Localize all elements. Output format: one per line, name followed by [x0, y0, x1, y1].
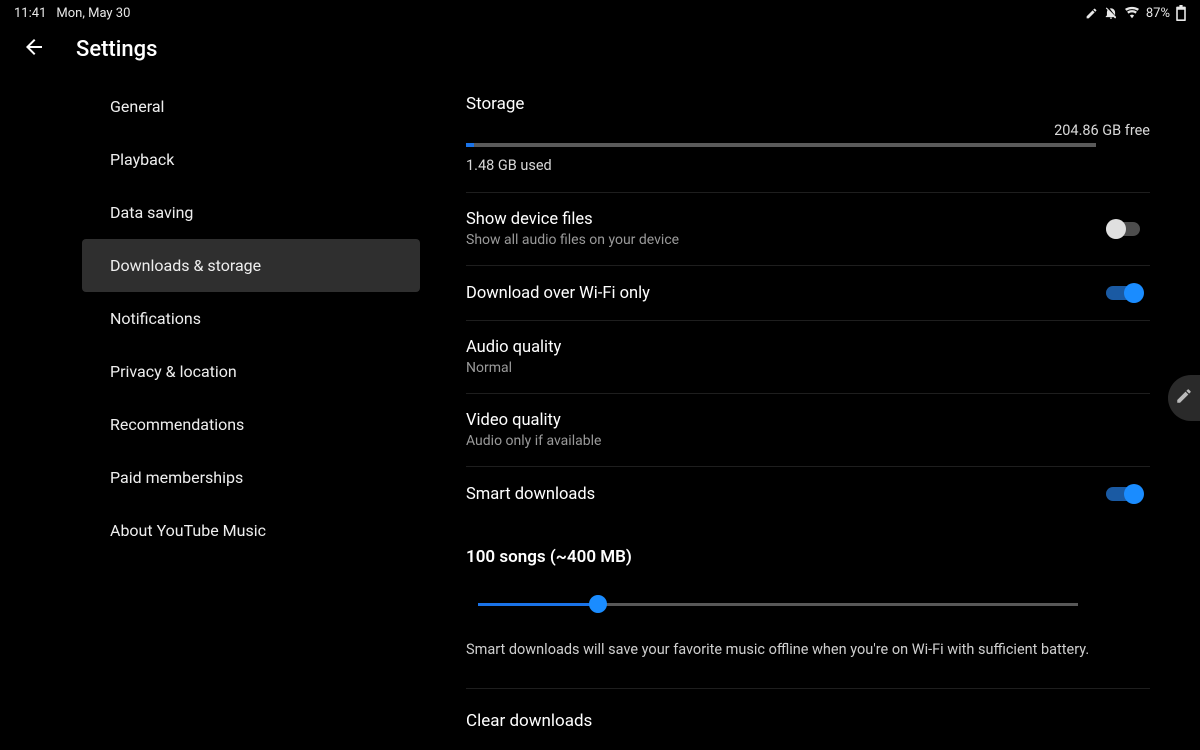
smart-downloads-slider[interactable]	[478, 595, 1078, 615]
battery-icon	[1176, 5, 1186, 21]
storage-free-label: 204.86 GB free	[466, 122, 1150, 139]
smart-downloads-description: Smart downloads will save your favorite …	[466, 641, 1150, 688]
sidebar-item-label: Notifications	[110, 309, 201, 328]
sidebar-item-recommendations[interactable]: Recommendations	[0, 398, 420, 451]
sidebar-item-notifications[interactable]: Notifications	[0, 292, 420, 345]
sidebar-item-label: Paid memberships	[110, 468, 243, 487]
app-header: Settings	[0, 26, 1200, 72]
sidebar-item-label: Recommendations	[110, 415, 244, 434]
download-wifi-title: Download over Wi-Fi only	[466, 284, 1106, 303]
video-quality-title: Video quality	[466, 411, 1150, 430]
status-bar: 11:41 Mon, May 30 87%	[0, 0, 1200, 26]
status-date: Mon, May 30	[56, 6, 130, 21]
status-battery-pct: 87%	[1146, 6, 1170, 21]
page-title: Settings	[76, 37, 157, 62]
smart-downloads-title: Smart downloads	[466, 485, 1106, 504]
settings-content: Storage 204.86 GB free 1.48 GB used Show…	[420, 72, 1200, 750]
sidebar-item-label: About YouTube Music	[110, 521, 266, 540]
sidebar-item-paid-memberships[interactable]: Paid memberships	[0, 451, 420, 504]
show-device-files-subtitle: Show all audio files on your device	[466, 232, 1106, 248]
sidebar-item-label: Data saving	[110, 203, 193, 222]
storage-used-label: 1.48 GB used	[466, 157, 1150, 192]
clear-downloads-button[interactable]: Clear downloads	[466, 688, 1150, 750]
audio-quality-row[interactable]: Audio quality Normal	[466, 320, 1150, 393]
sidebar-item-label: General	[110, 97, 164, 116]
storage-section-title: Storage	[466, 72, 1150, 114]
sidebar-item-privacy-location[interactable]: Privacy & location	[0, 345, 420, 398]
sidebar-item-about[interactable]: About YouTube Music	[0, 504, 420, 557]
smart-downloads-row[interactable]: Smart downloads	[466, 466, 1150, 521]
pen-icon	[1085, 7, 1098, 20]
wifi-icon	[1124, 6, 1140, 20]
storage-bar	[466, 143, 1096, 147]
download-wifi-row[interactable]: Download over Wi-Fi only	[466, 265, 1150, 320]
audio-quality-title: Audio quality	[466, 338, 1150, 357]
image-icon	[140, 4, 154, 22]
audio-quality-value: Normal	[466, 360, 1150, 376]
sidebar-item-data-saving[interactable]: Data saving	[0, 186, 420, 239]
sidebar-item-label: Privacy & location	[110, 362, 237, 381]
storage-bar-fill	[466, 143, 474, 147]
show-device-files-row[interactable]: Show device files Show all audio files o…	[466, 192, 1150, 265]
video-quality-row[interactable]: Video quality Audio only if available	[466, 393, 1150, 466]
sidebar-item-playback[interactable]: Playback	[0, 133, 420, 186]
mute-icon	[1104, 6, 1118, 20]
status-time: 11:41	[14, 6, 46, 21]
back-icon[interactable]	[22, 35, 46, 63]
sidebar-item-label: Downloads & storage	[110, 256, 261, 275]
video-quality-value: Audio only if available	[466, 433, 1150, 449]
sidebar-item-label: Playback	[110, 150, 174, 169]
settings-sidebar: General Playback Data saving Downloads &…	[0, 72, 420, 750]
smart-downloads-value: 100 songs (~400 MB)	[466, 547, 1150, 567]
sidebar-item-downloads-storage[interactable]: Downloads & storage	[82, 239, 420, 292]
download-wifi-toggle[interactable]	[1106, 283, 1144, 303]
pencil-icon	[1175, 387, 1193, 409]
show-device-files-title: Show device files	[466, 210, 1106, 229]
show-device-files-toggle[interactable]	[1106, 219, 1144, 239]
smart-downloads-toggle[interactable]	[1106, 484, 1144, 504]
sidebar-item-general[interactable]: General	[0, 80, 420, 133]
